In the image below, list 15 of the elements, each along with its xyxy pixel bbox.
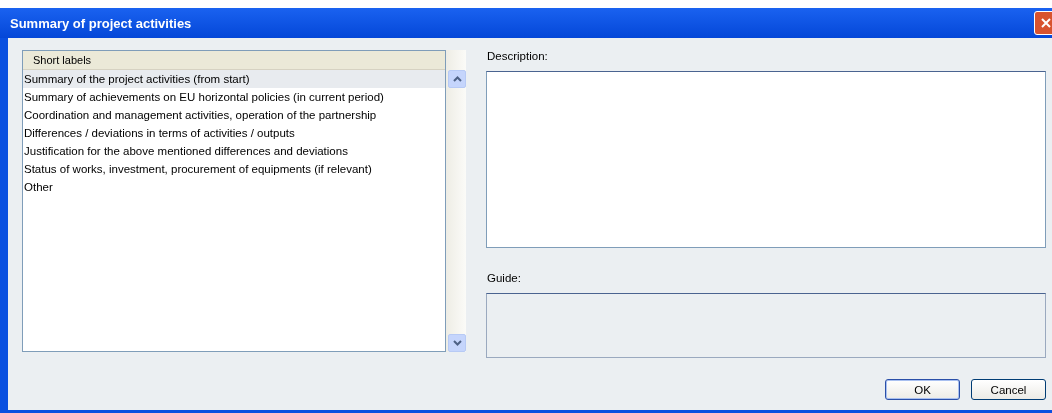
scroll-down-button[interactable] (448, 334, 466, 352)
column-header[interactable]: Short labels (23, 51, 445, 70)
description-label: Description: (487, 50, 549, 62)
list-item[interactable]: Summary of the project activities (from start) (23, 70, 445, 88)
chevron-up-icon (452, 76, 462, 82)
window-title: Summary of project activities (10, 15, 192, 31)
scrollbar[interactable] (446, 50, 466, 352)
cancel-button[interactable]: Cancel (971, 379, 1046, 400)
chevron-down-icon (452, 340, 462, 346)
close-icon (1041, 18, 1051, 28)
ok-button[interactable]: OK (885, 379, 960, 400)
close-button[interactable] (1034, 11, 1052, 35)
description-field[interactable] (486, 71, 1046, 248)
guide-label: Guide: (487, 272, 522, 284)
scroll-up-button[interactable] (448, 70, 466, 88)
